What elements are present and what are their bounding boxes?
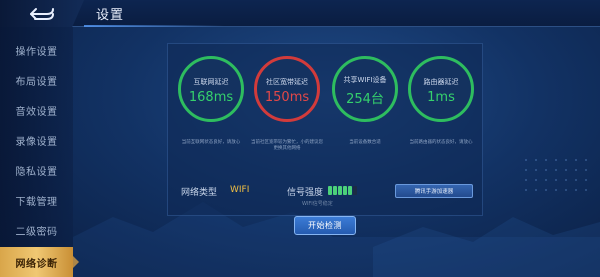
sidebar-item-recording[interactable]: 录像设置	[0, 125, 73, 155]
signal-bar	[338, 186, 342, 195]
signal-bar	[333, 186, 337, 195]
signal-bar	[353, 186, 357, 195]
sidebar-item-privacy[interactable]: 隐私设置	[0, 155, 73, 185]
gauge-label: 共享WIFI设备	[343, 76, 387, 84]
sidebar-item-network-diagnosis[interactable]: 网络诊断	[0, 247, 79, 277]
page-title: 设置	[96, 8, 125, 23]
settings-sidebar: 操作设置 布局设置 音效设置 录像设置 隐私设置 下载管理 二级密码 网络诊断	[0, 27, 79, 277]
sidebar-item-operation[interactable]: 操作设置	[0, 35, 73, 65]
signal-bar	[348, 186, 352, 195]
gauge-label: 社区宽带延迟	[266, 78, 308, 86]
sidebar-item-secondary-password[interactable]: 二级密码	[0, 215, 73, 245]
gauge-description: 当前互联网状态良好，请放心	[181, 140, 241, 145]
gauge-value: 254台	[346, 92, 384, 107]
network-type-value: WIFI	[230, 185, 250, 195]
start-diagnosis-button[interactable]: 开始检测	[294, 216, 356, 235]
back-button[interactable]	[0, 0, 84, 27]
signal-strength-icon	[328, 186, 357, 195]
game-accelerator-button[interactable]: 腾讯手游加速器	[395, 184, 473, 198]
gauge-value: 150ms	[264, 90, 310, 105]
gauge-value: 168ms	[188, 90, 234, 105]
top-bar: 设置	[0, 0, 600, 27]
network-type-label: 网络类型	[181, 188, 218, 198]
router-latency-gauge: 路由器延迟 1ms	[408, 56, 474, 122]
network-diagnostics-panel: 互联网延迟 168ms 当前互联网状态良好，请放心 社区宽带延迟 150ms 当…	[167, 43, 483, 216]
gauge-value: 1ms	[427, 90, 455, 105]
decorative-dots	[525, 159, 587, 191]
sidebar-item-sound[interactable]: 音效设置	[0, 95, 73, 125]
signal-bar	[328, 186, 332, 195]
back-arrow-icon	[30, 7, 54, 20]
gauge-description: 当前社区宽带较为繁忙，小的建议您更换其他网络	[251, 140, 323, 151]
signal-bar	[343, 186, 347, 195]
gauge-label: 互联网延迟	[193, 78, 229, 86]
gauge-label: 路由器延迟	[423, 78, 459, 86]
gauge-description: 当前路由器的状态良好，请放心	[409, 140, 473, 145]
shared-wifi-devices-gauge: 共享WIFI设备 254台	[332, 56, 398, 122]
signal-status-text: WIFI信号稳定	[302, 201, 333, 207]
sidebar-item-layout[interactable]: 布局设置	[0, 65, 73, 95]
internet-latency-gauge: 互联网延迟 168ms	[178, 56, 244, 122]
sidebar-item-downloads[interactable]: 下载管理	[0, 185, 73, 215]
title-underline	[84, 25, 224, 27]
gauge-description: 当前设备数合适	[349, 140, 381, 145]
community-broadband-latency-gauge: 社区宽带延迟 150ms	[254, 56, 320, 122]
signal-strength-label: 信号强度	[287, 188, 324, 198]
